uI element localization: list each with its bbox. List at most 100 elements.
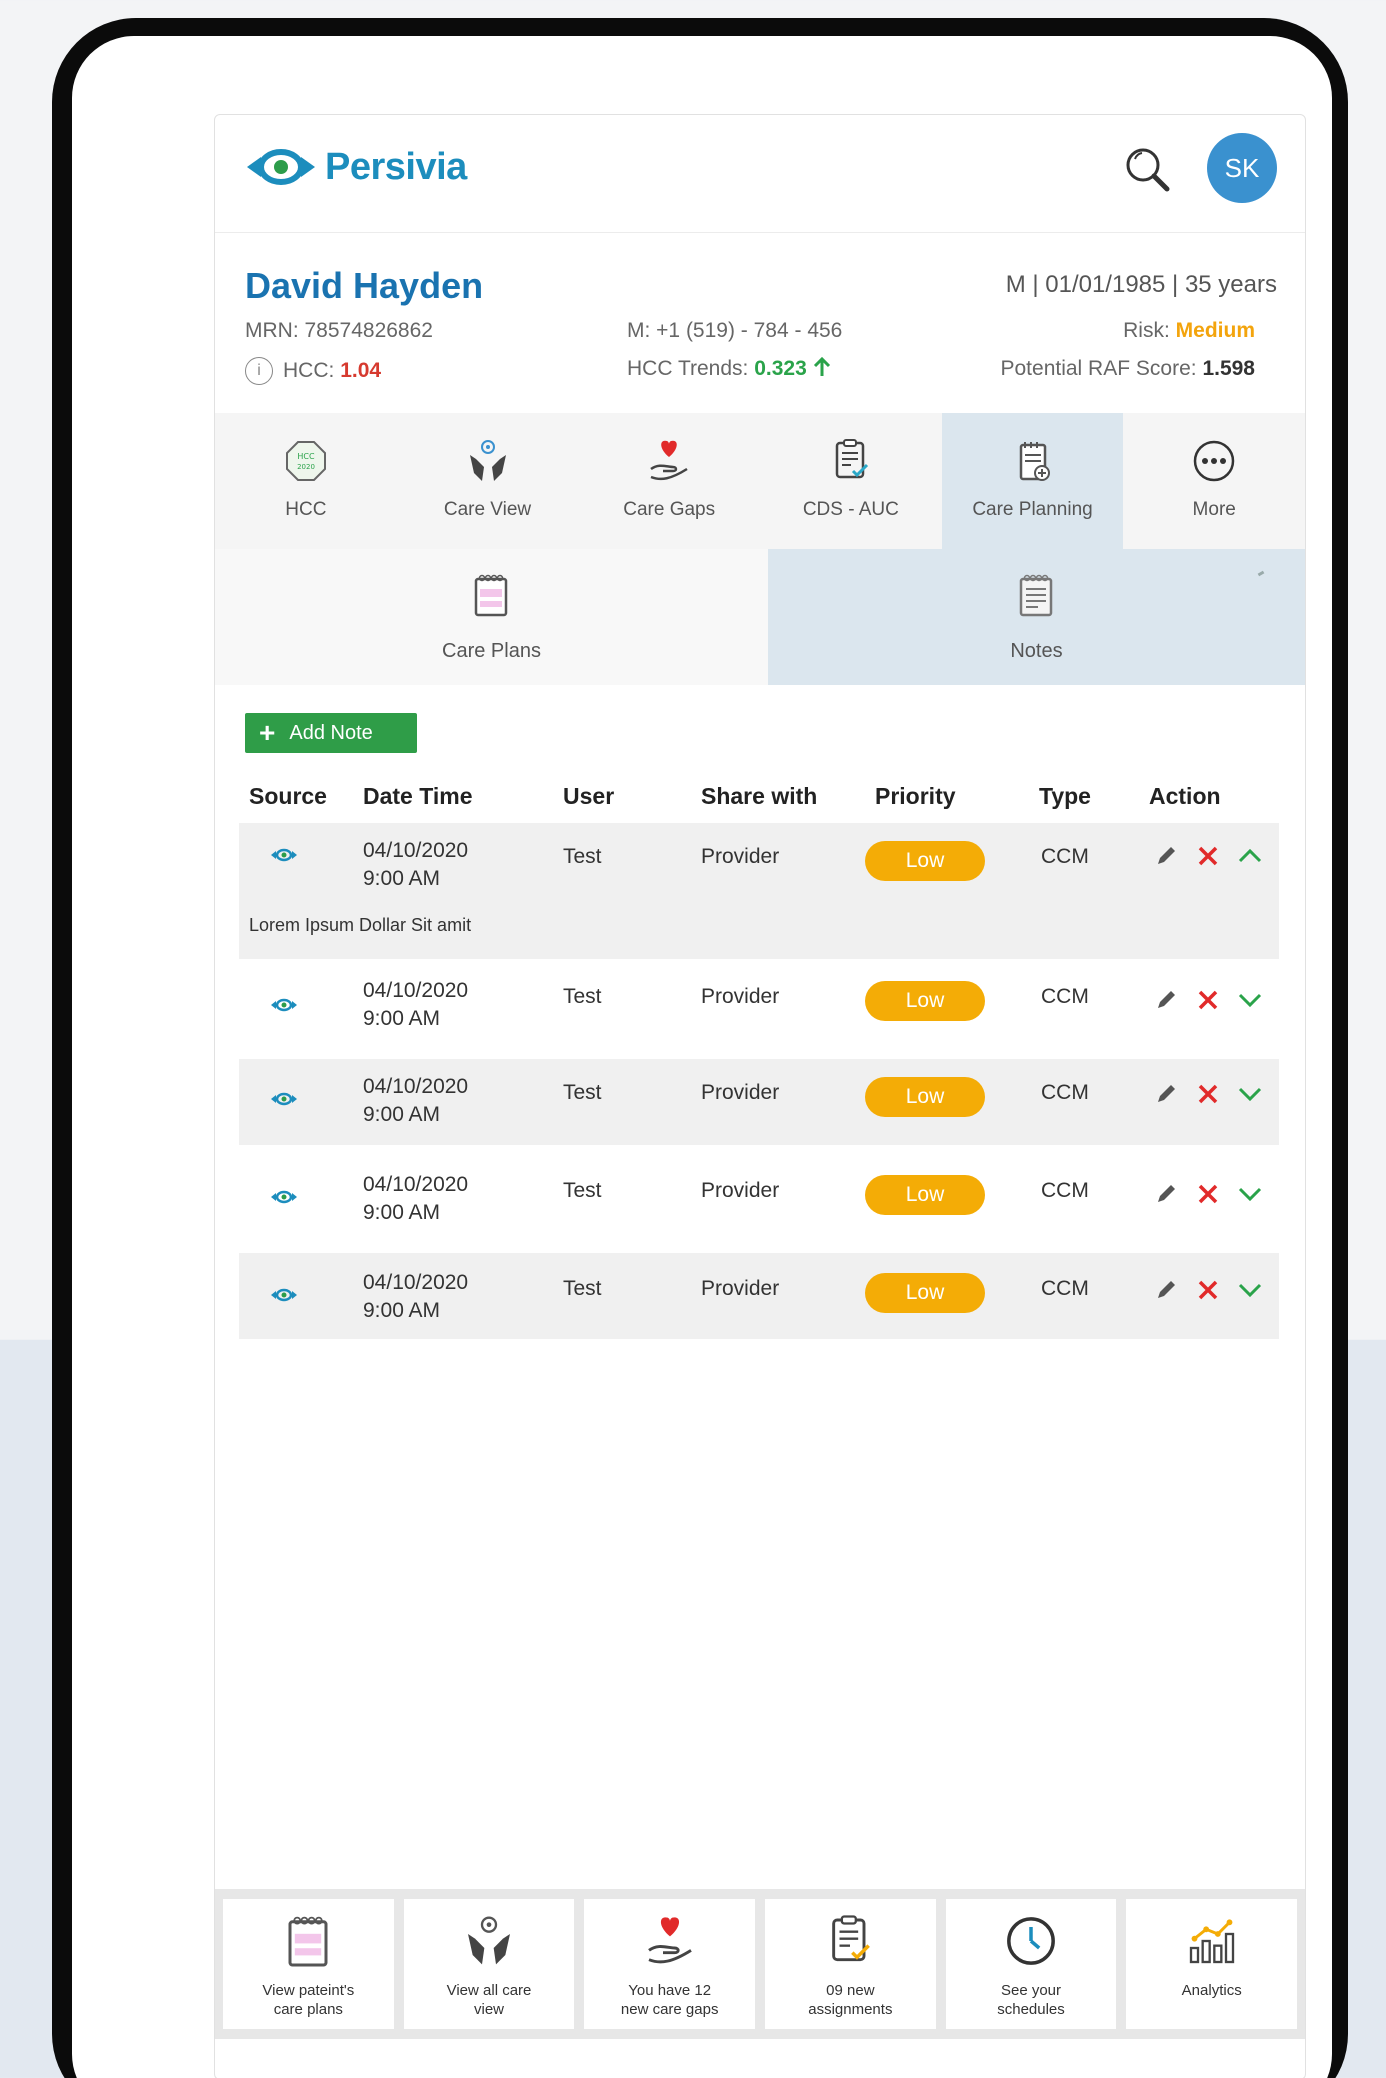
delete-x-icon[interactable] xyxy=(1195,1277,1221,1303)
brand-logo[interactable]: Persivia xyxy=(245,145,467,189)
patient-phone: M: +1 (519) - 784 - 456 xyxy=(627,319,843,342)
column-type[interactable]: Type xyxy=(1039,783,1091,810)
persivia-logo-icon xyxy=(247,149,315,185)
info-icon[interactable]: i xyxy=(245,357,273,385)
top-bar: Persivia SK xyxy=(215,115,1305,233)
tab-care-view[interactable]: Care View xyxy=(397,413,579,549)
card-analytics-label: Analytics xyxy=(1181,1982,1242,1999)
tab-care-planning[interactable]: Care Planning xyxy=(941,413,1124,549)
row-datetime: 04/10/2020 9:00 AM xyxy=(363,1171,468,1227)
add-note-label: Add Note xyxy=(289,721,373,744)
tab-care-gaps-label: Care Gaps xyxy=(623,499,716,520)
card-schedules[interactable]: See your schedules xyxy=(945,1899,1117,2029)
row-share-with: Provider xyxy=(701,845,780,868)
row-type: CCM xyxy=(1041,1081,1089,1104)
tab-notes[interactable]: Notes xyxy=(767,549,1305,685)
card-care-view-label: View all care view xyxy=(446,1982,532,2018)
row-time: 9:00 AM xyxy=(363,1201,441,1224)
risk-value: Medium xyxy=(1175,319,1255,342)
edit-pencil-icon[interactable] xyxy=(1153,1277,1179,1303)
add-note-button[interactable]: + Add Note xyxy=(245,713,417,753)
column-user[interactable]: User xyxy=(563,783,614,810)
edit-pencil-icon[interactable] xyxy=(1153,843,1179,869)
card-care-gaps-label: You have 12 new care gaps xyxy=(620,1982,719,2018)
care-view-hands-icon xyxy=(459,1911,519,1971)
delete-x-icon[interactable] xyxy=(1195,843,1221,869)
table-row[interactable]: 04/10/2020 9:00 AM Test Provider Low CCM xyxy=(239,1149,1279,1241)
priority-badge: Low xyxy=(865,1077,985,1117)
chevron-down-icon[interactable] xyxy=(1237,1081,1263,1107)
hcc-trends: HCC Trends: 0.323 xyxy=(627,356,831,381)
card-care-plans[interactable]: View pateint's care plans xyxy=(223,1899,394,2029)
row-type: CCM xyxy=(1041,985,1089,1008)
tab-cds-auc-label: CDS - AUC xyxy=(802,499,899,520)
column-date-time[interactable]: Date Time xyxy=(363,783,473,810)
search-button[interactable] xyxy=(1121,143,1175,197)
brand-name: Persivia xyxy=(325,145,467,188)
tab-care-view-label: Care View xyxy=(443,499,532,520)
table-row[interactable]: 04/10/2020 9:00 AM Test Provider Low CCM xyxy=(239,963,1279,1055)
table-row[interactable]: 04/10/2020 9:00 AM Test Provider Low CCM xyxy=(239,1059,1279,1145)
hcc-label: HCC: xyxy=(283,359,335,382)
row-user: Test xyxy=(563,845,602,868)
column-priority[interactable]: Priority xyxy=(875,783,956,810)
edit-pencil-icon[interactable] xyxy=(1153,987,1179,1013)
notes-table-header: Source Date Time User Share with Priorit… xyxy=(239,775,1279,821)
source-eye-icon xyxy=(271,1190,297,1204)
tab-cds-auc[interactable]: CDS - AUC xyxy=(760,413,942,549)
table-row[interactable]: 04/10/2020 9:00 AM Test Provider Low CCM xyxy=(239,1253,1279,1339)
row-date: 04/10/2020 xyxy=(363,839,469,862)
tab-hcc[interactable]: HCC 2020 HCC xyxy=(215,413,397,549)
more-dots-icon xyxy=(1190,437,1238,485)
row-type: CCM xyxy=(1041,1179,1089,1202)
clock-icon xyxy=(1001,1911,1061,1971)
patient-risk: Risk: Medium xyxy=(1123,319,1255,343)
row-share-with: Provider xyxy=(701,985,780,1008)
card-care-gaps[interactable]: You have 12 new care gaps xyxy=(584,1899,756,2029)
priority-badge: Low xyxy=(865,841,985,881)
hcc-badge-icon: HCC 2020 xyxy=(282,437,330,485)
delete-x-icon[interactable] xyxy=(1195,1081,1221,1107)
edit-pencil-icon[interactable] xyxy=(1153,1081,1179,1107)
plus-icon: + xyxy=(259,717,276,748)
column-share-with[interactable]: Share with xyxy=(701,783,817,810)
chevron-down-icon[interactable] xyxy=(1237,1181,1263,1207)
main-nav-tabs: HCC 2020 HCC Care View Care Gaps CDS - A… xyxy=(215,413,1305,549)
column-source[interactable]: Source xyxy=(249,783,327,810)
card-schedules-label: See your schedules xyxy=(997,1982,1065,2018)
chevron-up-icon[interactable] xyxy=(1237,843,1263,869)
tab-notes-label: Notes xyxy=(1010,640,1063,662)
source-eye-icon xyxy=(271,848,297,862)
card-care-view[interactable]: View all care view xyxy=(403,1899,575,2029)
tab-care-gaps[interactable]: Care Gaps xyxy=(578,413,760,549)
edit-pencil-icon[interactable] xyxy=(1153,1181,1179,1207)
risk-label: Risk: xyxy=(1123,319,1170,342)
notes-icon xyxy=(1016,573,1056,622)
row-datetime: 04/10/2020 9:00 AM xyxy=(363,1269,468,1325)
tab-care-plans[interactable]: Care Plans xyxy=(215,549,768,685)
column-action[interactable]: Action xyxy=(1149,783,1221,810)
row-note-text: Lorem Ipsum Dollar Sit amit xyxy=(249,915,472,935)
raf-label: Potential RAF Score: xyxy=(1000,357,1197,380)
patient-hcc: i HCC: 1.04 xyxy=(245,357,381,385)
user-avatar[interactable]: SK xyxy=(1207,133,1277,203)
tab-care-plans-label: Care Plans xyxy=(442,640,541,662)
source-eye-icon xyxy=(271,1288,297,1302)
table-row[interactable]: 04/10/2020 9:00 AM Test Provider Low CCM … xyxy=(239,823,1279,959)
analytics-icon xyxy=(1182,1911,1242,1971)
delete-x-icon[interactable] xyxy=(1195,1181,1221,1207)
row-time: 9:00 AM xyxy=(363,1299,441,1322)
notepad-icon xyxy=(278,1911,338,1971)
svg-text:2020: 2020 xyxy=(297,463,315,471)
app-window: Persivia SK David Hayden M | 01/01/1985 … xyxy=(214,114,1306,2078)
row-datetime: 04/10/2020 9:00 AM xyxy=(363,837,468,893)
care-planning-sub-tabs: Care Plans Notes xyxy=(215,549,1305,685)
hcc-trends-value: 0.323 xyxy=(754,357,807,380)
tab-more[interactable]: More xyxy=(1123,413,1305,549)
chevron-down-icon[interactable] xyxy=(1237,987,1263,1013)
delete-x-icon[interactable] xyxy=(1195,987,1221,1013)
chevron-down-icon[interactable] xyxy=(1237,1277,1263,1303)
row-datetime: 04/10/2020 9:00 AM xyxy=(363,1073,468,1129)
card-assignments[interactable]: 09 new assignments xyxy=(765,1899,936,2029)
card-analytics[interactable]: Analytics xyxy=(1126,1899,1298,2029)
